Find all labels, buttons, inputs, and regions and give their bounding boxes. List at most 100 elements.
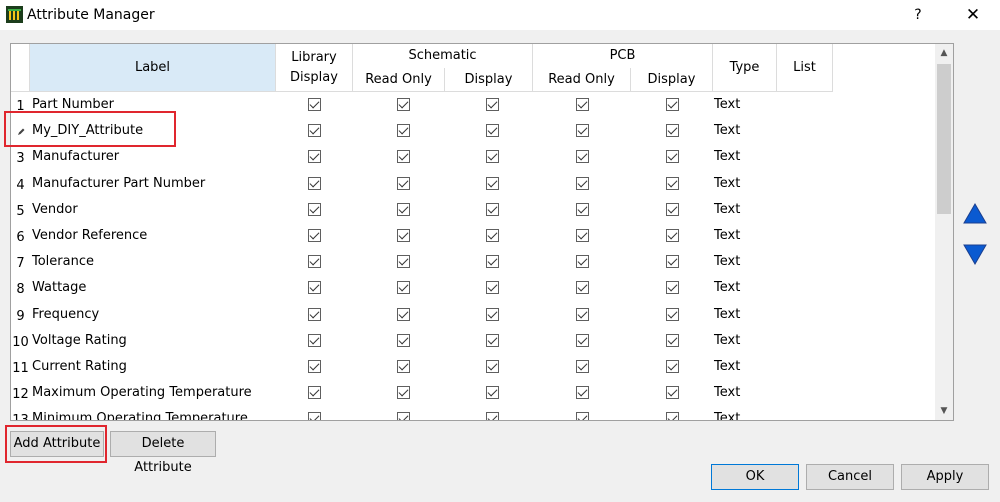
- checkbox-pcb-display[interactable]: [666, 386, 679, 400]
- column-header-pcb-display[interactable]: Display: [631, 68, 713, 92]
- checkbox-pcb-read-only[interactable]: [576, 176, 589, 190]
- row-label[interactable]: Wattage: [32, 275, 86, 301]
- row-label[interactable]: Minimum Operating Temperature: [32, 406, 248, 420]
- checkbox-schematic-read-only[interactable]: [397, 333, 410, 347]
- row-type[interactable]: Text: [714, 171, 740, 197]
- checkbox-pcb-read-only[interactable]: [576, 255, 589, 269]
- row-label[interactable]: Manufacturer Part Number: [32, 171, 205, 197]
- table-row[interactable]: 9 Frequency Text: [11, 302, 935, 328]
- row-label[interactable]: Voltage Rating: [32, 328, 127, 354]
- checkbox-schematic-display[interactable]: [486, 281, 499, 295]
- table-row[interactable]: 5 Vendor Text: [11, 197, 935, 223]
- checkbox-schematic-display[interactable]: [486, 176, 499, 190]
- checkbox-pcb-display[interactable]: [666, 333, 679, 347]
- checkbox-schematic-display[interactable]: [486, 386, 499, 400]
- row-type[interactable]: Text: [714, 118, 740, 144]
- row-label[interactable]: Tolerance: [32, 249, 94, 275]
- row-type[interactable]: Text: [714, 249, 740, 275]
- checkbox-schematic-read-only[interactable]: [397, 176, 410, 190]
- checkbox-schematic-display[interactable]: [486, 124, 499, 138]
- scroll-down-icon[interactable]: ▼: [935, 402, 953, 420]
- checkbox-pcb-read-only[interactable]: [576, 386, 589, 400]
- checkbox-library-display[interactable]: [308, 386, 321, 400]
- checkbox-library-display[interactable]: [308, 124, 321, 138]
- checkbox-schematic-read-only[interactable]: [397, 255, 410, 269]
- checkbox-library-display[interactable]: [308, 150, 321, 164]
- table-row[interactable]: 3 Manufacturer Text: [11, 144, 935, 170]
- checkbox-pcb-read-only[interactable]: [576, 150, 589, 164]
- row-label[interactable]: Frequency: [32, 302, 99, 328]
- table-row[interactable]: 13 Minimum Operating Temperature Text: [11, 406, 935, 420]
- checkbox-schematic-display[interactable]: [486, 360, 499, 373]
- move-up-arrow-icon[interactable]: [961, 201, 989, 227]
- checkbox-library-display[interactable]: [308, 281, 321, 295]
- row-label[interactable]: My_DIY_Attribute: [32, 118, 143, 144]
- checkbox-pcb-display[interactable]: [666, 255, 679, 269]
- checkbox-schematic-display[interactable]: [486, 150, 499, 164]
- table-row[interactable]: 10 Voltage Rating Text: [11, 328, 935, 354]
- checkbox-library-display[interactable]: [308, 176, 321, 190]
- column-header-schematic-display[interactable]: Display: [445, 68, 533, 92]
- checkbox-library-display[interactable]: [308, 333, 321, 347]
- table-row[interactable]: 6 Vendor Reference Text: [11, 223, 935, 249]
- attribute-grid[interactable]: Label Library Display Schematic Read Onl…: [10, 43, 954, 421]
- checkbox-schematic-read-only[interactable]: [397, 412, 410, 420]
- row-type[interactable]: Text: [714, 223, 740, 249]
- checkbox-schematic-display[interactable]: [486, 307, 499, 321]
- column-header-pcb-read-only[interactable]: Read Only: [533, 68, 631, 92]
- column-header-list[interactable]: List: [777, 44, 833, 92]
- row-type[interactable]: Text: [714, 144, 740, 170]
- row-label[interactable]: Maximum Operating Temperature: [32, 380, 252, 406]
- row-type[interactable]: Text: [714, 328, 740, 354]
- checkbox-library-display[interactable]: [308, 255, 321, 269]
- checkbox-schematic-display[interactable]: [486, 98, 499, 111]
- checkbox-schematic-display[interactable]: [486, 229, 499, 242]
- checkbox-pcb-display[interactable]: [666, 281, 679, 295]
- checkbox-pcb-display[interactable]: [666, 307, 679, 321]
- row-type[interactable]: Text: [714, 302, 740, 328]
- row-label[interactable]: Part Number: [32, 92, 114, 118]
- checkbox-pcb-read-only[interactable]: [576, 124, 589, 138]
- checkbox-pcb-display[interactable]: [666, 202, 679, 216]
- checkbox-pcb-read-only[interactable]: [576, 360, 589, 373]
- scrollbar-thumb[interactable]: [937, 64, 951, 214]
- row-label[interactable]: Manufacturer: [32, 144, 119, 170]
- checkbox-pcb-read-only[interactable]: [576, 333, 589, 347]
- checkbox-pcb-read-only[interactable]: [576, 98, 589, 111]
- checkbox-pcb-display[interactable]: [666, 412, 679, 420]
- checkbox-schematic-display[interactable]: [486, 202, 499, 216]
- cancel-button[interactable]: Cancel: [806, 464, 894, 490]
- delete-attribute-button[interactable]: Delete Attribute: [110, 431, 216, 475]
- vertical-scrollbar[interactable]: ▲ ▼: [935, 44, 953, 420]
- row-label[interactable]: Vendor: [32, 197, 78, 223]
- row-label[interactable]: Vendor Reference: [32, 223, 147, 249]
- checkbox-library-display[interactable]: [308, 98, 321, 111]
- checkbox-schematic-display[interactable]: [486, 255, 499, 269]
- checkbox-pcb-read-only[interactable]: [576, 229, 589, 242]
- table-row[interactable]: 1 Part Number Text: [11, 92, 935, 118]
- checkbox-pcb-read-only[interactable]: [576, 307, 589, 321]
- checkbox-schematic-read-only[interactable]: [397, 98, 410, 111]
- checkbox-schematic-read-only[interactable]: [397, 386, 410, 400]
- row-type[interactable]: Text: [714, 92, 740, 118]
- checkbox-pcb-read-only[interactable]: [576, 202, 589, 216]
- checkbox-library-display[interactable]: [308, 307, 321, 321]
- checkbox-pcb-display[interactable]: [666, 360, 679, 373]
- checkbox-schematic-display[interactable]: [486, 333, 499, 347]
- row-type[interactable]: Text: [714, 275, 740, 301]
- checkbox-schematic-read-only[interactable]: [397, 124, 410, 138]
- checkbox-library-display[interactable]: [308, 202, 321, 216]
- checkbox-pcb-display[interactable]: [666, 229, 679, 242]
- table-row[interactable]: 8 Wattage Text: [11, 275, 935, 301]
- checkbox-schematic-read-only[interactable]: [397, 307, 410, 321]
- checkbox-schematic-display[interactable]: [486, 412, 499, 420]
- checkbox-pcb-read-only[interactable]: [576, 412, 589, 420]
- ok-button[interactable]: OK: [711, 464, 799, 490]
- column-header-library-display[interactable]: Library Display: [276, 44, 353, 92]
- row-type[interactable]: Text: [714, 197, 740, 223]
- checkbox-pcb-display[interactable]: [666, 98, 679, 111]
- apply-button[interactable]: Apply: [901, 464, 989, 490]
- add-attribute-button[interactable]: Add Attribute: [10, 431, 104, 457]
- table-row[interactable]: 7 Tolerance Text: [11, 249, 935, 275]
- table-row[interactable]: 4 Manufacturer Part Number Text: [11, 171, 935, 197]
